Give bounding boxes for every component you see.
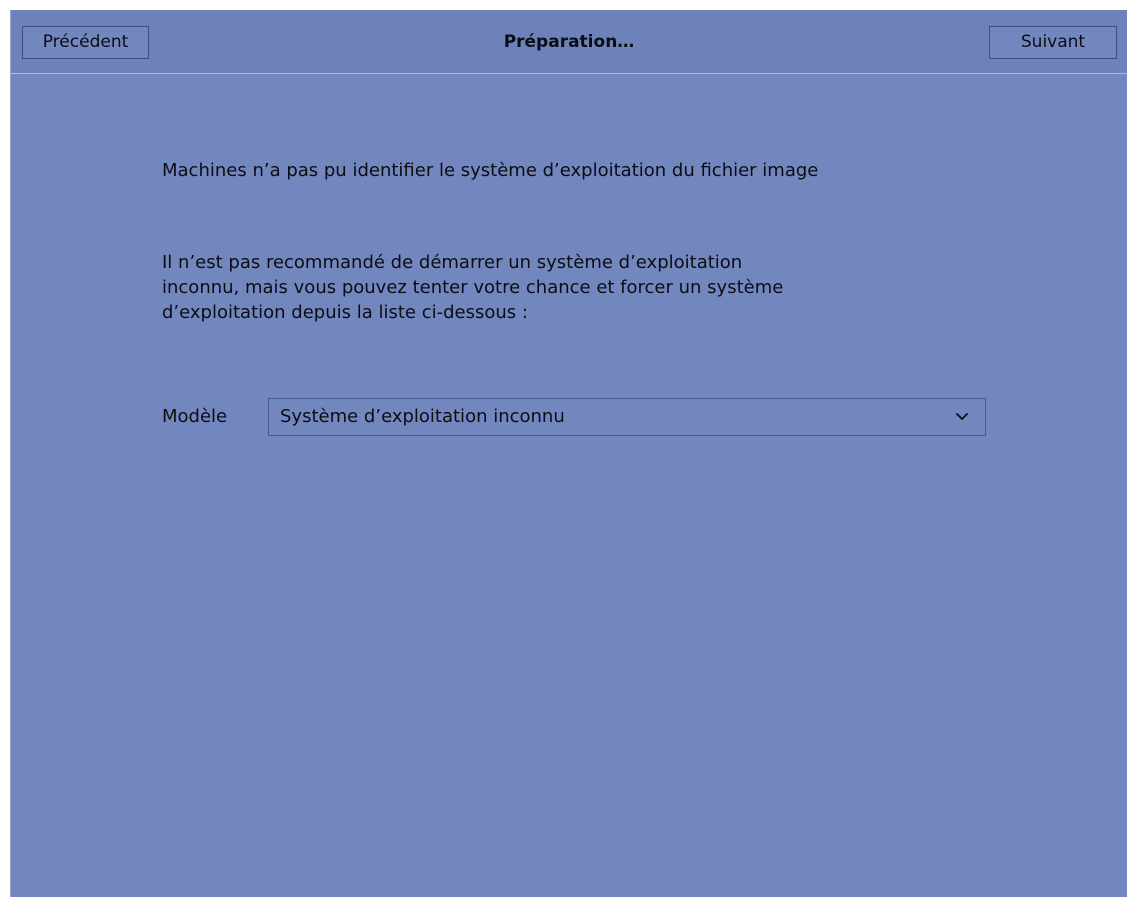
warning-line: Il n’est pas recommandé de démarrer un s… (162, 252, 743, 273)
warning-line: inconnu, mais vous pouvez tenter votre c… (162, 277, 784, 298)
model-label: Modèle (162, 406, 228, 427)
warning-line: d’exploitation depuis la liste ci-dessou… (162, 302, 528, 323)
os-model-dropdown[interactable]: Système d’exploitation inconnu (268, 398, 986, 436)
next-button[interactable]: Suivant (989, 26, 1117, 59)
chevron-down-icon (956, 413, 968, 420)
model-row: Modèle Système d’exploitation inconnu (162, 398, 992, 436)
warning-paragraph: Il n’est pas recommandé de démarrer un s… (162, 250, 932, 325)
detection-message: Machines n’a pas pu identifier le systèm… (162, 160, 819, 181)
os-model-selected-value: Système d’exploitation inconnu (280, 406, 565, 427)
page-title: Préparation… (503, 32, 635, 52)
previous-button[interactable]: Précédent (22, 26, 149, 59)
header-bar: Précédent Préparation… Suivant (11, 10, 1127, 74)
wizard-window: Précédent Préparation… Suivant Machines … (10, 10, 1127, 897)
